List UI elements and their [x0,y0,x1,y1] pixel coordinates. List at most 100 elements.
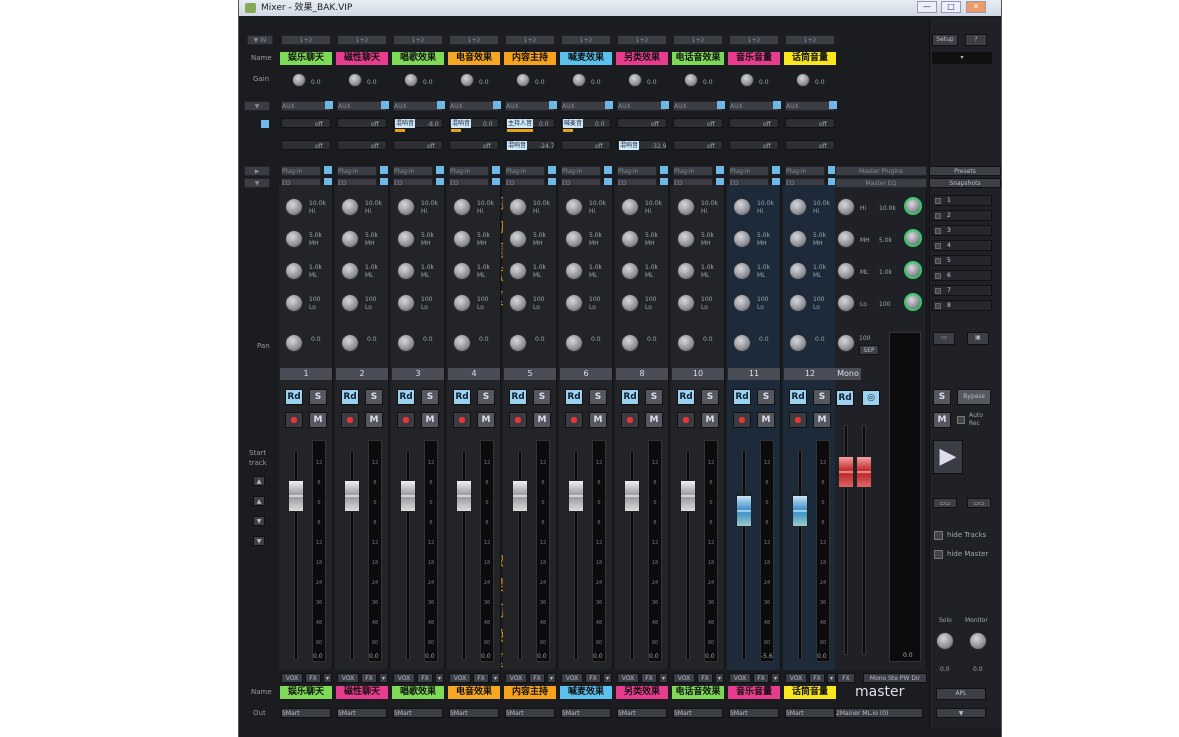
channel-out-select[interactable]: SMart [617,708,667,718]
channel-gain-knob[interactable] [516,73,530,87]
start-track-end-button[interactable]: ▼ [253,536,265,546]
channel-fx-slot-2[interactable] [561,140,611,150]
preset-checkbox[interactable] [935,228,941,234]
channel-fx-slot-1[interactable] [785,118,835,128]
channel-input-select[interactable]: 1+2 [505,35,555,45]
preset-slot[interactable]: 4 [932,240,992,251]
setup-button[interactable]: Setup [932,34,958,46]
channel-out-select[interactable]: SMart [673,708,723,718]
channel-fx-button[interactable]: FX [641,673,657,683]
master-mode-buttons[interactable]: Mono Ste PW Dir [863,673,927,683]
channel-plugin-button[interactable]: Plug-in [561,166,601,176]
hide-master-checkbox[interactable] [934,550,943,559]
channel-out-select[interactable]: SMart [393,708,443,718]
bypass-button[interactable]: Bypass [957,389,991,405]
channel-vox-button[interactable]: VOX [449,673,471,683]
channel-out-select[interactable]: SMart [337,708,387,718]
channel-vox-button[interactable]: VOX [673,673,695,683]
channel-eq-mh-knob[interactable] [397,230,415,248]
channel-gain-knob[interactable] [348,73,362,87]
channel-record-button[interactable]: ● [453,412,471,428]
channel-eq-hi-knob[interactable] [397,198,415,216]
channel-out-select[interactable]: SMart [729,708,779,718]
preset-checkbox[interactable] [935,243,941,249]
channel-fx-slot-1[interactable] [729,118,779,128]
channel-record-button[interactable]: ● [733,412,751,428]
preset-slot[interactable]: 2 [932,210,992,221]
channel-plugin-button[interactable]: Plug-in [673,166,713,176]
channel-fx-button[interactable]: FX [753,673,769,683]
channel-aux-button[interactable]: AUX [785,101,835,111]
channel-aux-toggle[interactable] [493,101,501,109]
channel-fader[interactable] [792,495,808,527]
channel-fader[interactable] [344,480,360,512]
channel-record-button[interactable]: ● [509,412,527,428]
channel-pan-knob[interactable] [733,334,751,352]
channel-mute-button[interactable]: M [645,412,663,428]
channel-aux-button[interactable]: AUX [449,101,499,111]
channel-fx-button[interactable]: FX [305,673,321,683]
channel-eq-lo-knob[interactable] [285,294,303,312]
channel-eq-hi-knob[interactable] [677,198,695,216]
channel-fx-slot-1[interactable] [281,118,331,128]
channel-out-select[interactable]: SMart [281,708,331,718]
master-ml-knob[interactable] [837,262,855,280]
channel-vox-button[interactable]: VOX [561,673,583,683]
master-out-select[interactable]: 2Mainer ML.io (0) [835,708,923,718]
channel-fx-slot-2[interactable] [337,140,387,150]
channel-fx-slot-2[interactable] [449,140,499,150]
channel-plugin-button[interactable]: Plug-in [449,166,489,176]
minimize-button[interactable]: — [917,1,937,13]
channel-plugin-button[interactable]: Plug-in [505,166,545,176]
save-icon[interactable]: ▣ [967,332,989,345]
channel-eq-lo-knob[interactable] [789,294,807,312]
channel-solo-button[interactable]: S [533,389,551,405]
channel-solo-button[interactable]: S [589,389,607,405]
master-link-button[interactable]: ◎ [862,390,880,406]
channel-pan-knob[interactable] [509,334,527,352]
channel-eq-hi-knob[interactable] [453,198,471,216]
channel-fx-slot-2[interactable] [673,140,723,150]
right-solo-button[interactable]: S [933,389,951,405]
channel-fx-slot-2[interactable] [281,140,331,150]
channel-plugin-toggle[interactable] [436,166,444,174]
channel-aux-button[interactable]: AUX [561,101,611,111]
channel-rd-button[interactable]: Rd [397,389,415,405]
channel-fx-slot-1[interactable] [337,118,387,128]
fx-add-icon[interactable] [261,120,269,128]
channel-aux-button[interactable]: AUX [729,101,779,111]
channel-aux-button[interactable]: AUX [673,101,723,111]
start-track-down-button[interactable]: ▼ [253,516,265,526]
play-button[interactable]: ▶ [933,440,963,474]
channel-vox-button[interactable]: VOX [281,673,303,683]
channel-eq-lo-knob[interactable] [565,294,583,312]
channel-dropdown-icon[interactable]: ▾ [603,673,612,683]
input-menu-button[interactable]: ▼ IN [247,35,273,45]
channel-record-button[interactable]: ● [341,412,359,428]
link-right-button[interactable]: ▭▭ [967,498,991,508]
channel-input-select[interactable]: 1+2 [673,35,723,45]
master-hi-knob[interactable] [837,198,855,216]
channel-mute-button[interactable]: M [309,412,327,428]
channel-fx-button[interactable]: FX [417,673,433,683]
preset-slot[interactable]: 6 [932,270,992,281]
master-hi-gain-knob[interactable] [904,197,922,215]
channel-eq-hi-knob[interactable] [285,198,303,216]
channel-eq-hi-knob[interactable] [621,198,639,216]
channel-aux-toggle[interactable] [549,101,557,109]
channel-plugin-button[interactable]: Plug-in [337,166,377,176]
channel-fx-slot-1[interactable] [617,118,667,128]
channel-plugin-button[interactable]: Plug-in [729,166,769,176]
preset-slot[interactable]: 3 [932,225,992,236]
solo-knob[interactable] [936,632,954,650]
master-fader-right[interactable] [856,456,872,488]
channel-dropdown-icon[interactable]: ▾ [435,673,444,683]
channel-vox-button[interactable]: VOX [785,673,807,683]
channel-gain-knob[interactable] [684,73,698,87]
channel-dropdown-icon[interactable]: ▾ [827,673,836,683]
channel-fx-slot-2[interactable] [785,140,835,150]
channel-eq-hi-knob[interactable] [789,198,807,216]
channel-dropdown-icon[interactable]: ▾ [547,673,556,683]
channel-input-select[interactable]: 1+2 [617,35,667,45]
channel-solo-button[interactable]: S [421,389,439,405]
